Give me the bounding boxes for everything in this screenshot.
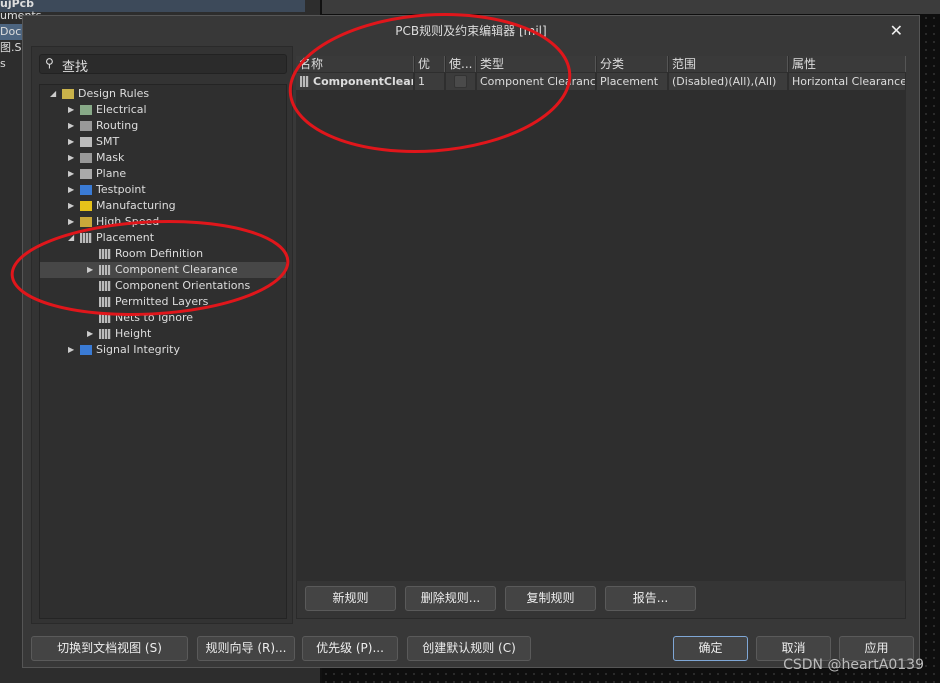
annotation-overlay	[10, 12, 572, 317]
annotation-circle	[10, 219, 290, 317]
annotation-circle	[288, 12, 572, 154]
